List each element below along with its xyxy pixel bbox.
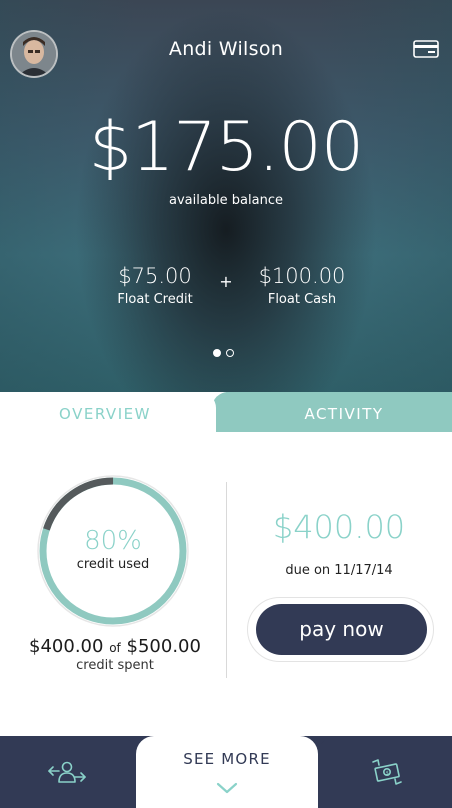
- page-dot[interactable]: [226, 349, 234, 357]
- float-cash-label: Float Cash: [267, 292, 337, 307]
- available-balance-amount: $175.00: [88, 108, 364, 187]
- chevron-down-icon[interactable]: [216, 781, 238, 795]
- page-dot-active[interactable]: [213, 349, 221, 357]
- float-credit-label: Float Credit: [117, 292, 193, 307]
- amount-due: $400.00: [272, 508, 406, 546]
- user-name: Andi Wilson: [168, 38, 284, 60]
- spent-of: of: [109, 641, 121, 655]
- spent-limit: $500.00: [126, 636, 201, 657]
- see-more-tab[interactable]: [136, 736, 318, 808]
- money-exchange-icon[interactable]: $: [370, 758, 404, 786]
- account-header: Andi Wilson $175.00 available balance $7…: [0, 0, 452, 392]
- pay-now-button[interactable]: pay now: [256, 604, 427, 655]
- see-more-label[interactable]: SEE MORE: [136, 750, 318, 768]
- svg-text:$: $: [386, 770, 389, 776]
- credit-used-percent: 80%: [84, 526, 142, 556]
- page-indicator: [213, 349, 234, 357]
- due-date: due on 11/17/14: [285, 563, 393, 578]
- tab-overview-label[interactable]: OVERVIEW: [0, 405, 210, 423]
- float-cash-amount: $100.00: [258, 264, 346, 288]
- transfer-user-icon[interactable]: [47, 758, 87, 786]
- card-icon[interactable]: [413, 40, 439, 58]
- credit-spent-label: credit spent: [76, 658, 154, 673]
- float-credit-amount: $75.00: [118, 264, 192, 288]
- spent-amount: $400.00: [29, 636, 104, 657]
- tab-activity-label[interactable]: ACTIVITY: [236, 405, 452, 423]
- credit-spent-amount: $400.00 of $500.00: [0, 636, 230, 657]
- credit-used-label: credit used: [76, 557, 150, 572]
- available-balance-label: available balance: [169, 193, 283, 208]
